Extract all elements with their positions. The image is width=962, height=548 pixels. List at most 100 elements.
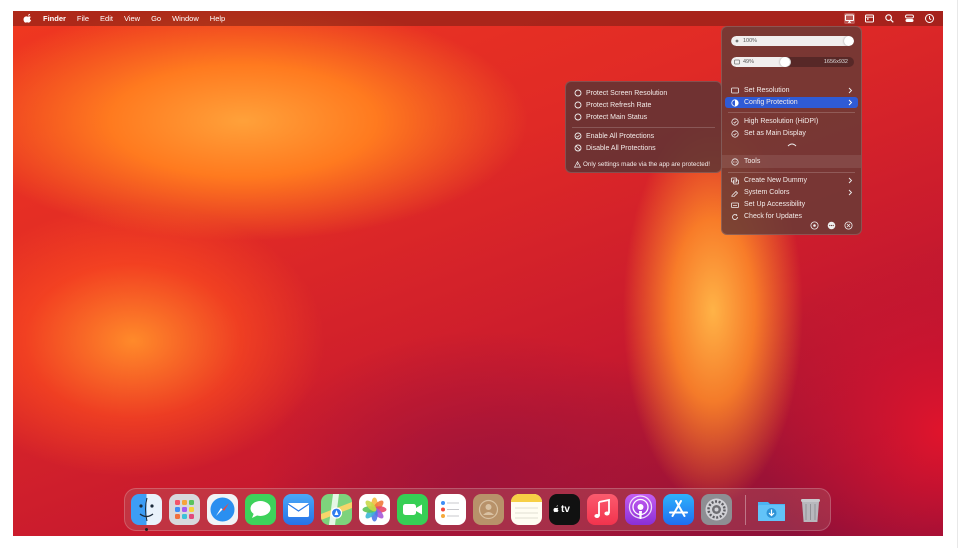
config-protection-submenu: Protect Screen Resolution Protect Refres…	[565, 81, 722, 173]
app-store-icon[interactable]	[663, 494, 694, 525]
check-circle-icon	[731, 117, 739, 126]
display-icon[interactable]	[844, 13, 855, 24]
dock: tv	[124, 488, 831, 531]
menu-separator	[728, 112, 855, 113]
safari-icon[interactable]	[207, 494, 238, 525]
system-settings-icon[interactable]	[701, 494, 732, 525]
control-center-icon[interactable]	[904, 13, 915, 24]
chevron-right-icon	[848, 177, 853, 184]
quit-icon[interactable]	[844, 221, 853, 230]
set-resolution-label: Set Resolution	[744, 87, 790, 94]
refresh-icon	[732, 213, 738, 220]
search-icon[interactable]	[884, 13, 895, 24]
tools-item[interactable]: Tools	[722, 155, 861, 168]
apple-tv-icon[interactable]: tv	[549, 494, 580, 525]
messages-icon[interactable]	[245, 494, 276, 525]
protect-main-status-label: Protect Main Status	[586, 113, 648, 121]
downloads-folder-icon[interactable]	[756, 494, 787, 525]
check-shield-icon	[574, 132, 582, 140]
chevron-right-icon	[848, 99, 853, 106]
menu-separator	[728, 172, 855, 173]
protect-screen-resolution-label: Protect Screen Resolution	[586, 89, 668, 97]
menu-bar: Finder File Edit View Go Window Help	[13, 11, 943, 26]
page-scrollbar	[957, 0, 958, 548]
create-new-dummy-item[interactable]: Create New Dummy	[725, 175, 858, 186]
chevron-right-icon	[848, 87, 853, 94]
radio-empty-icon	[574, 113, 582, 121]
radio-empty-icon	[574, 89, 582, 97]
disable-all-protections-label: Disable All Protections	[586, 144, 656, 152]
protection-note: Only settings made via the app are prote…	[574, 161, 710, 168]
set-up-accessibility-label: Set Up Accessibility	[744, 201, 806, 208]
menu-edit[interactable]: Edit	[100, 14, 113, 23]
collapse-arrow-icon[interactable]	[786, 141, 798, 147]
menu-window[interactable]: Window	[172, 14, 199, 23]
tools-label: Tools	[744, 158, 761, 165]
launchpad-icon[interactable]	[169, 494, 200, 525]
set-resolution-item[interactable]: Set Resolution	[725, 85, 858, 96]
desktop: Finder File Edit View Go Window Help Pro…	[13, 11, 943, 536]
music-icon[interactable]	[587, 494, 618, 525]
calendar-icon[interactable]	[864, 13, 875, 24]
radio-empty-icon	[574, 101, 582, 109]
menu-file[interactable]: File	[77, 14, 89, 23]
contacts-icon[interactable]	[473, 494, 504, 525]
scale-slider[interactable]: 49% 1656x932	[731, 57, 854, 67]
more-circle-icon	[731, 157, 739, 166]
high-resolution-label: High Resolution (HiDPI)	[744, 118, 819, 125]
scale-knob[interactable]	[780, 57, 790, 67]
brightness-slider[interactable]: 100%	[731, 36, 854, 46]
create-new-dummy-label: Create New Dummy	[744, 177, 808, 184]
shield-icon	[731, 98, 739, 107]
menu-view[interactable]: View	[124, 14, 140, 23]
maps-icon[interactable]	[321, 494, 352, 525]
tv-label: tv	[561, 504, 570, 515]
brightness-value: 100%	[743, 37, 758, 44]
system-colors-label: System Colors	[744, 189, 790, 196]
paint-icon	[731, 190, 739, 197]
trash-icon[interactable]	[795, 494, 826, 525]
apple-logo-icon[interactable]	[23, 13, 33, 24]
protect-refresh-rate-label: Protect Refresh Rate	[586, 101, 652, 109]
disable-all-protections-item[interactable]: Disable All Protections	[574, 143, 656, 153]
set-main-display-item[interactable]: Set as Main Display	[725, 128, 858, 139]
podcasts-icon[interactable]	[625, 494, 656, 525]
system-colors-item[interactable]: System Colors	[725, 187, 858, 198]
config-protection-item[interactable]: Config Protection	[725, 97, 858, 108]
config-protection-label: Config Protection	[744, 99, 798, 106]
facetime-icon[interactable]	[397, 494, 428, 525]
more-icon[interactable]	[827, 221, 836, 230]
set-up-accessibility-item[interactable]: Set Up Accessibility	[725, 199, 858, 210]
mail-icon[interactable]	[283, 494, 314, 525]
protect-main-status-item[interactable]: Protect Main Status	[574, 112, 647, 122]
monitor-icon	[731, 87, 739, 93]
set-main-display-label: Set as Main Display	[744, 130, 806, 137]
finder-icon[interactable]	[131, 494, 162, 525]
check-for-updates-label: Check for Updates	[744, 213, 802, 220]
menu-help[interactable]: Help	[210, 14, 225, 23]
chevron-right-icon	[848, 189, 853, 196]
menu-app-name[interactable]: Finder	[43, 14, 66, 23]
protection-note-text: Only settings made via the app are prote…	[583, 161, 711, 168]
protect-refresh-rate-item[interactable]: Protect Refresh Rate	[574, 100, 651, 110]
menu-go[interactable]: Go	[151, 14, 161, 23]
protect-screen-resolution-item[interactable]: Protect Screen Resolution	[574, 88, 667, 98]
enable-all-protections-item[interactable]: Enable All Protections	[574, 131, 654, 141]
sun-icon	[735, 39, 739, 43]
status-icons	[844, 13, 935, 24]
running-indicator	[145, 528, 148, 531]
notes-icon[interactable]	[511, 494, 542, 525]
clock-icon[interactable]	[924, 13, 935, 24]
dummy-display-icon	[731, 177, 739, 184]
high-resolution-item[interactable]: High Resolution (HiDPI)	[725, 116, 858, 127]
slash-shield-icon	[574, 144, 582, 152]
brightness-knob[interactable]	[844, 36, 854, 46]
display-menu: 100% 49% 1656x932 Set Resolution Config …	[721, 26, 862, 235]
photos-icon[interactable]	[359, 494, 390, 525]
settings-icon[interactable]	[810, 221, 819, 230]
reminders-icon[interactable]	[435, 494, 466, 525]
keyboard-icon	[731, 202, 739, 208]
dock-divider	[745, 495, 746, 525]
resolution-value: 1656x932	[823, 58, 848, 65]
enable-all-protections-label: Enable All Protections	[586, 132, 655, 140]
